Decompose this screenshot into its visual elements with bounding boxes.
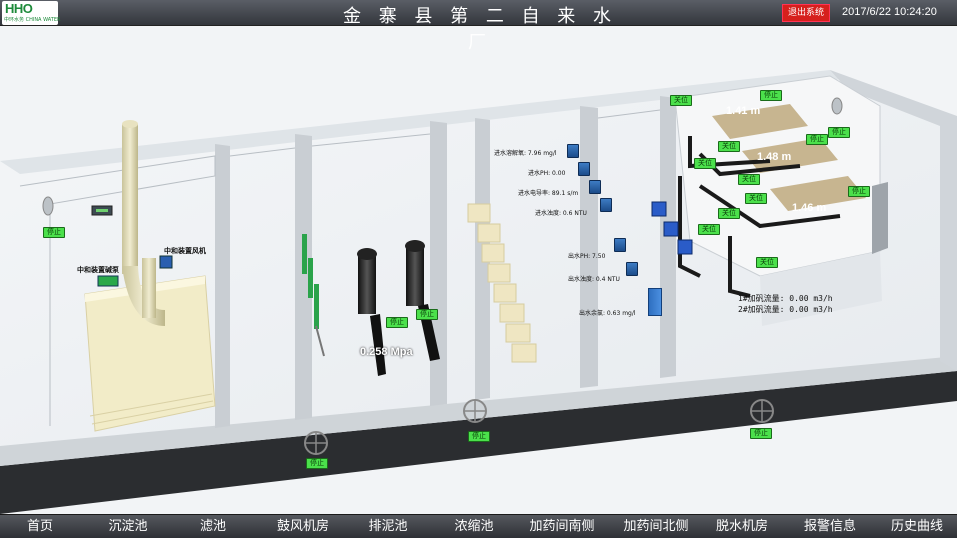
status-neutralizer[interactable]: 停止: [43, 227, 65, 238]
outlet-turbidity-reading: 出水浊度: 0.4 NTU: [568, 276, 620, 283]
inlet-ph-sensor: [578, 162, 590, 176]
status-closed-2[interactable]: 关位: [718, 141, 740, 152]
status-closed-1[interactable]: 关位: [670, 95, 692, 106]
nav-dosing-north[interactable]: 加药间北侧: [616, 515, 696, 538]
outlet-turbidity-sensor: [626, 262, 638, 276]
neutralizer-pump-label: 中和装置碱泵: [77, 266, 119, 274]
outlet-chlorine-sensor: [648, 288, 662, 316]
status-pump-1[interactable]: 停止: [386, 317, 408, 328]
status-pump-2[interactable]: 停止: [416, 309, 438, 320]
nav-filter[interactable]: 滤池: [188, 515, 238, 538]
nav-sedimentation[interactable]: 沉淀池: [98, 515, 158, 538]
pressure-reading: 0.258 Mpa: [360, 346, 413, 358]
inlet-do-reading: 进水溶解氧: 7.96 mg/l: [494, 150, 557, 157]
nav-home[interactable]: 首页: [14, 515, 66, 538]
status-closed-7[interactable]: 关位: [698, 224, 720, 235]
status-valve-front-1[interactable]: 停止: [306, 458, 328, 469]
status-stop-right-2[interactable]: 停止: [806, 134, 828, 145]
plant-scene: 中和装置风机 中和装置碱泵 0.258 Mpa 进水溶解氧: 7.96 mg/l…: [0, 26, 957, 514]
inlet-turbidity-reading: 进水浊度: 0.6 NTU: [535, 210, 587, 217]
nav-history[interactable]: 历史曲线: [882, 515, 952, 538]
status-stop-right-1[interactable]: 停止: [828, 127, 850, 138]
alum-flow-1: 1#加矾流量: 0.00 m3/h: [738, 294, 833, 303]
tank-level-3: 1.46 m: [792, 202, 827, 214]
inlet-conductivity-sensor: [589, 180, 601, 194]
status-stop-top[interactable]: 停止: [760, 90, 782, 101]
nav-dewatering[interactable]: 脱水机房: [705, 515, 779, 538]
tank-level-1: 1.41 m: [726, 105, 761, 117]
outlet-ph-sensor: [614, 238, 626, 252]
header-bar: HHO 中环水务 CHINA WATER 金 寨 县 第 二 自 来 水 厂 退…: [0, 0, 957, 53]
datetime-display: 2017/6/22 10:24:20: [842, 6, 937, 18]
nav-alarms[interactable]: 报警信息: [795, 515, 865, 538]
neutralizer-fan-label: 中和装置风机: [164, 247, 206, 255]
logout-button[interactable]: 退出系统: [782, 4, 830, 22]
bottom-nav: 首页 沉淀池 滤池 鼓风机房 排泥池 浓缩池 加药间南侧 加药间北侧 脱水机房 …: [0, 514, 957, 538]
status-closed-3[interactable]: 关位: [694, 158, 716, 169]
company-logo: HHO 中环水务 CHINA WATER: [2, 1, 61, 25]
scada-screen: HHO 中环水务 CHINA WATER 金 寨 县 第 二 自 来 水 厂 退…: [0, 0, 957, 538]
status-closed-6[interactable]: 关位: [718, 208, 740, 219]
status-closed-5[interactable]: 关位: [745, 193, 767, 204]
status-closed-4[interactable]: 关位: [738, 174, 760, 185]
inlet-turbidity-sensor: [600, 198, 612, 212]
tank-level-2: 1.48 m: [757, 151, 792, 163]
outlet-chlorine-reading: 出水余氯: 0.63 mg/l: [579, 310, 636, 317]
status-stop-right-3[interactable]: 停止: [848, 186, 870, 197]
alum-flow-2: 2#加矾流量: 0.00 m3/h: [738, 305, 833, 314]
status-valve-front-2[interactable]: 停止: [468, 431, 490, 442]
logo-sub-text: 中环水务 CHINA WATER: [4, 17, 61, 23]
status-valve-front-3[interactable]: 停止: [750, 428, 772, 439]
inlet-conductivity-reading: 进水电导率: 89.1 s/m: [518, 190, 579, 197]
nav-thickener[interactable]: 浓缩池: [446, 515, 502, 538]
logo-main-text: HHO: [5, 1, 33, 16]
nav-blower-room[interactable]: 鼓风机房: [266, 515, 340, 538]
nav-sludge-tank[interactable]: 排泥池: [360, 515, 416, 538]
inlet-do-sensor: [567, 144, 579, 158]
outlet-ph-reading: 出水PH: 7.50: [568, 253, 606, 260]
nav-dosing-south[interactable]: 加药间南侧: [522, 515, 602, 538]
inlet-ph-reading: 进水PH: 0.00: [528, 170, 566, 177]
status-closed-8[interactable]: 关位: [756, 257, 778, 268]
